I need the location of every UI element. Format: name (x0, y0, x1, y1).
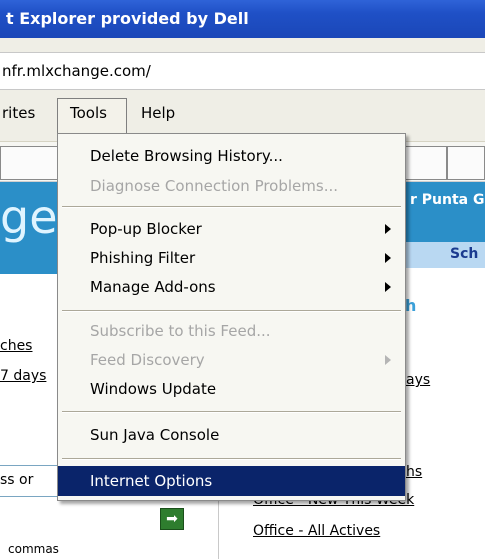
menu-item-label: Windows Update (90, 380, 217, 398)
left-banner-text: ge (0, 190, 58, 244)
tools-dropdown-menu: Delete Browsing History... Diagnose Conn… (57, 133, 406, 501)
menu-item-label: Internet Options (90, 472, 213, 490)
menu-separator (62, 206, 401, 208)
address-url[interactable]: nfr.mlxchange.com/ (2, 62, 151, 80)
right-heading: h (405, 296, 417, 315)
address-bar[interactable]: nfr.mlxchange.com/ (0, 52, 485, 90)
tab-left[interactable] (0, 146, 60, 180)
window-title-bar: t Explorer provided by Dell (0, 0, 485, 38)
link-searches[interactable]: ches (0, 338, 32, 354)
menu-item-label: Manage Add-ons (90, 278, 216, 296)
menu-item-windows-update[interactable]: Windows Update (58, 374, 405, 404)
tab-right-2[interactable] (447, 146, 485, 180)
menu-help[interactable]: Help (141, 104, 175, 122)
title-gap (0, 38, 485, 52)
menu-item-subscribe-to-feed: Subscribe to this Feed... (58, 316, 405, 346)
submenu-arrow-icon (385, 253, 391, 263)
menu-tools[interactable]: Tools (70, 104, 107, 122)
window-title: t Explorer provided by Dell (6, 9, 249, 28)
menu-item-label: Phishing Filter (90, 249, 196, 267)
menu-item-feed-discovery: Feed Discovery (58, 345, 405, 375)
tab-right-1[interactable] (405, 146, 447, 180)
hint-text: commas (8, 542, 59, 556)
link-office-all-actives[interactable]: Office - All Actives (253, 523, 380, 539)
menu-item-label: Sun Java Console (90, 426, 220, 444)
menu-item-diagnose-connection-problems: Diagnose Connection Problems... (58, 171, 405, 201)
menu-item-phishing-filter[interactable]: Phishing Filter (58, 243, 405, 273)
right-banner-text: r Punta G (410, 192, 485, 208)
menu-separator (62, 411, 401, 413)
menu-item-label: Pop-up Blocker (90, 220, 202, 238)
menu-item-manage-add-ons[interactable]: Manage Add-ons (58, 272, 405, 302)
menu-item-sun-java-console[interactable]: Sun Java Console (58, 420, 405, 450)
menu-separator (62, 310, 401, 312)
menu-item-label: Subscribe to this Feed... (90, 322, 271, 340)
left-snippet-text: ss or (0, 472, 34, 488)
menu-item-popup-blocker[interactable]: Pop-up Blocker (58, 214, 405, 244)
menu-item-label: Diagnose Connection Problems... (90, 177, 339, 195)
menu-item-label: Feed Discovery (90, 351, 205, 369)
menu-item-label: Delete Browsing History... (90, 147, 283, 165)
link-days[interactable]: ays (406, 372, 430, 388)
submenu-arrow-icon (385, 282, 391, 292)
link-hs[interactable]: hs (406, 464, 422, 480)
menu-favorites[interactable]: rites (2, 104, 35, 122)
menu-item-internet-options[interactable]: Internet Options (58, 466, 405, 496)
submenu-arrow-icon (385, 355, 391, 365)
schedule-tab-label[interactable]: Sch (450, 246, 478, 262)
go-arrow-icon[interactable]: ➡ (160, 508, 184, 530)
right-banner (405, 182, 485, 242)
menu-item-delete-browsing-history[interactable]: Delete Browsing History... (58, 141, 405, 171)
link-7-days[interactable]: 7 days (0, 368, 46, 384)
menu-separator (62, 458, 401, 460)
submenu-arrow-icon (385, 224, 391, 234)
